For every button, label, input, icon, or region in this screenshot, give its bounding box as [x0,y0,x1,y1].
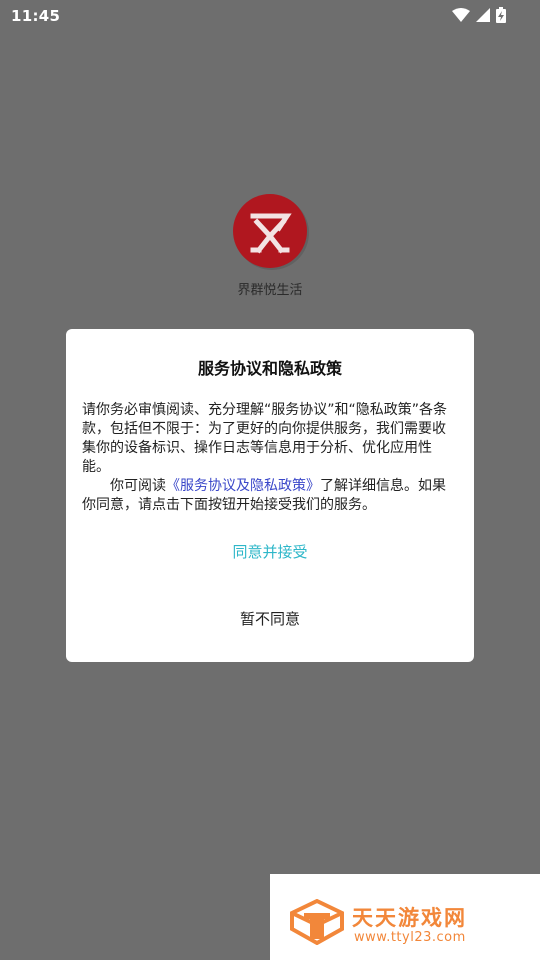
dialog-body-paragraph: 你可阅读《服务协议及隐私政策》了解详细信息。如果你同意，请点击下面按钮开始接受我… [82,477,458,515]
app-name: 界群悦生活 [237,283,303,298]
policy-link[interactable]: 《服务协议及隐私政策》 [166,478,320,494]
privacy-dialog: 服务协议和隐私政策 请你务必审慎阅读、充分理解“服务协议”和“隐私政策”各条款，… [66,329,474,662]
wifi-icon [452,8,470,22]
body-text-prefix: 你可阅读 [110,478,166,494]
status-time: 11:45 [11,7,61,25]
app-logo-icon [233,194,309,270]
watermark-logo-icon [287,898,347,949]
status-icons [452,7,506,23]
watermark-url: www.ttyl23.com [354,930,466,945]
watermark: 天天游戏网 www.ttyl23.com [270,874,540,960]
dialog-body: 请你务必审慎阅读、充分理解“服务协议”和“隐私政策”各条款，包括但不限于：为了更… [82,401,458,515]
cellular-signal-icon [476,8,490,22]
decline-button[interactable]: 暂不同意 [66,608,474,629]
battery-charging-icon [496,7,506,23]
dialog-body-paragraph: 请你务必审慎阅读、充分理解“服务协议”和“隐私政策”各条款，包括但不限于：为了更… [82,402,448,475]
watermark-title: 天天游戏网 [352,906,467,930]
status-bar: 11:45 [0,0,540,32]
dialog-title: 服务协议和隐私政策 [197,359,342,378]
accept-button[interactable]: 同意并接受 [66,541,474,562]
